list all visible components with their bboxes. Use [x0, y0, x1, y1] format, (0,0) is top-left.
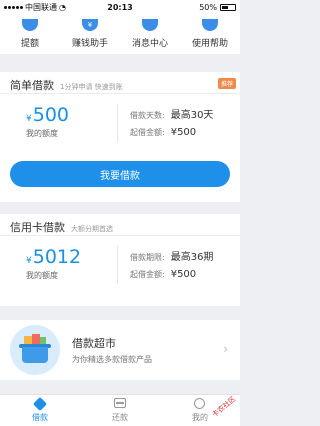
- loan-days-line: 借款天数: 最高30天: [130, 106, 213, 121]
- tab-label: 我的: [192, 413, 208, 422]
- market-subtitle: 为你精选多款借款产品: [72, 355, 152, 364]
- credit-loan-subtitle: 大额分期首选: [71, 225, 113, 233]
- credit-loan-title: 信用卡借款: [10, 221, 65, 234]
- nav-item-withdraw[interactable]: 提额: [0, 14, 60, 54]
- shopping-basket-icon: [10, 325, 60, 375]
- nav-item-earn[interactable]: ¥ 赚钱助手: [60, 14, 120, 54]
- top-nav: 提额 ¥ 赚钱助手 消息中心 使用帮助: [0, 14, 240, 54]
- credit-limit-amount: ¥ 5012: [26, 246, 117, 268]
- loan-days-value: 最高30天: [170, 110, 214, 121]
- withdraw-icon: [22, 19, 38, 31]
- simple-loan-card: 简单借款 1分钟申请 快速到账 推荐 ¥ 500 我的额度 借款天数: 最高30…: [0, 72, 240, 202]
- money-bag-icon: ¥: [82, 19, 98, 31]
- repay-card-icon: [114, 398, 126, 410]
- market-text: 借款超市 为你精选多款借款产品: [72, 335, 152, 365]
- nav-label: 赚钱助手: [71, 39, 108, 49]
- nav-label: 提额: [20, 39, 39, 49]
- help-icon: [202, 19, 218, 31]
- min-amount-line: 起借金额: ¥500: [130, 127, 213, 138]
- currency-symbol: ¥: [26, 256, 32, 266]
- credit-limit-value: 5012: [32, 246, 82, 268]
- market-title: 借款超市: [72, 337, 116, 350]
- nav-item-help[interactable]: 使用帮助: [180, 14, 240, 54]
- status-time: 20:13: [107, 2, 133, 12]
- nav-item-messages[interactable]: 消息中心: [120, 14, 180, 54]
- credit-min-label: 起借金额:: [130, 270, 165, 279]
- credit-loan-terms: 借款期限: 最高36期 起借金额: ¥500: [118, 246, 213, 294]
- credit-loan-info: ¥ 5012 我的额度 借款期限: 最高36期 起借金额: ¥500: [0, 236, 240, 294]
- tab-label: 借款: [32, 413, 48, 422]
- simple-loan-title: 简单借款: [10, 79, 54, 92]
- min-amount-value: ¥500: [170, 127, 197, 138]
- simple-loan-limit: ¥ 500 我的额度: [0, 104, 118, 142]
- simple-loan-subtitle: 1分钟申请 快速到账: [60, 83, 123, 91]
- simple-loan-info: ¥ 500 我的额度 借款天数: 最高30天 起借金额: ¥500: [0, 94, 240, 152]
- credit-loan-header: 信用卡借款 大额分期首选: [0, 214, 240, 236]
- tab-label: 还款: [112, 413, 128, 422]
- credit-loan-card[interactable]: 信用卡借款 大额分期首选 ¥ 5012 我的额度 借款期限: 最高36期 起借金…: [0, 214, 240, 306]
- simple-loan-header: 简单借款 1分钟申请 快速到账: [0, 72, 240, 94]
- nav-label: 使用帮助: [191, 39, 228, 49]
- tab-bar: 借款 还款 我的: [0, 394, 240, 426]
- credit-min-line: 起借金额: ¥500: [130, 269, 213, 280]
- battery-icon: [220, 3, 236, 11]
- limit-caption: 我的额度: [26, 129, 58, 138]
- limit-amount: ¥ 500: [26, 104, 117, 126]
- bell-icon: [142, 19, 158, 31]
- chevron-right-icon: ›: [223, 342, 228, 356]
- min-amount-label: 起借金额:: [130, 128, 165, 137]
- loan-period-value: 最高36期: [170, 252, 214, 263]
- profile-icon: [194, 398, 206, 410]
- loan-diamond-icon: [32, 396, 48, 412]
- loan-period-label: 借款期限:: [130, 253, 165, 262]
- currency-symbol: ¥: [26, 114, 32, 124]
- loan-market-row[interactable]: 借款超市 为你精选多款借款产品 ›: [0, 320, 240, 380]
- tab-loan[interactable]: 借款: [0, 395, 80, 426]
- loan-period-line: 借款期限: 最高36期: [130, 248, 213, 263]
- credit-limit-caption: 我的额度: [26, 271, 58, 280]
- tab-repay[interactable]: 还款: [80, 395, 160, 426]
- credit-min-value: ¥500: [170, 269, 197, 280]
- recommend-badge: 推荐: [217, 78, 236, 89]
- limit-value: 500: [32, 104, 69, 126]
- status-bar: 中国联通 ◔ 20:13 50%: [0, 0, 240, 14]
- loan-days-label: 借款天数:: [130, 111, 165, 120]
- borrow-button[interactable]: 我要借款: [10, 161, 230, 187]
- credit-loan-limit: ¥ 5012 我的额度: [0, 246, 118, 284]
- nav-label: 消息中心: [131, 39, 168, 49]
- simple-loan-terms: 借款天数: 最高30天 起借金额: ¥500: [118, 104, 213, 152]
